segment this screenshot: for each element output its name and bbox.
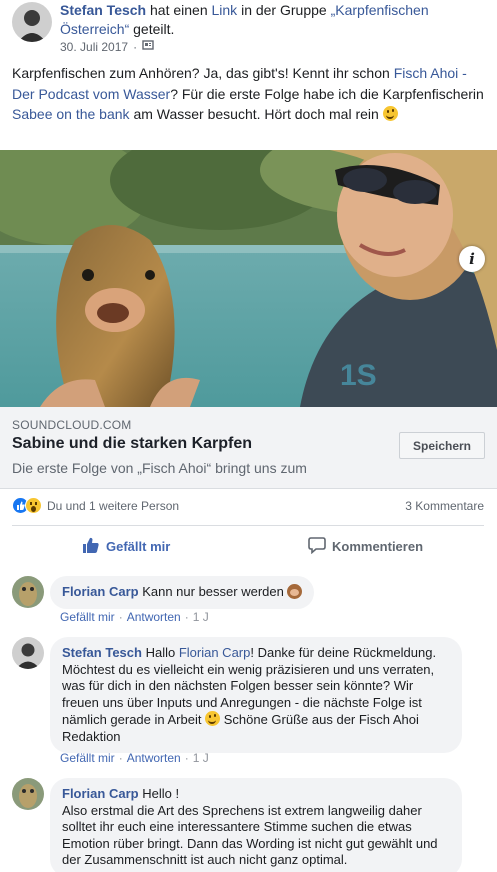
author-avatar[interactable] xyxy=(12,2,52,42)
comment-bubble: Florian Carp Hello ! Also erstmal die Ar… xyxy=(50,778,462,872)
author-name[interactable]: Stefan Tesch xyxy=(60,2,146,18)
comment-age[interactable]: 1 J xyxy=(193,610,209,624)
comment-author[interactable]: Florian Carp xyxy=(62,584,139,599)
comment-mention[interactable]: Florian Carp xyxy=(179,645,251,660)
comment-actions: Gefällt mir · Antworten · 1 J xyxy=(60,751,209,765)
link-card[interactable]: SOUNDCLOUD.COM Sabine und die starken Ka… xyxy=(0,407,497,489)
like-button[interactable]: Gefällt mir xyxy=(82,526,170,566)
comment-author[interactable]: Florian Carp xyxy=(62,786,139,801)
comment-bubble: Florian Carp Kann nur besser werden xyxy=(50,576,315,609)
group-privacy-icon xyxy=(142,39,154,54)
post-date[interactable]: 30. Juli 2017 xyxy=(60,40,128,54)
comment-age[interactable]: 1 J xyxy=(193,751,209,765)
post-meta: 30. Juli 2017 · xyxy=(60,39,154,54)
comment-bubble-icon xyxy=(308,536,326,557)
shared-text-a: hat einen xyxy=(150,2,208,18)
shared-text-c: geteilt. xyxy=(133,21,175,37)
sabee-link[interactable]: Sabee on the bank xyxy=(12,106,130,122)
post-actions: Gefällt mir Kommentieren xyxy=(12,526,484,566)
svg-text:1S: 1S xyxy=(340,359,377,392)
separator: · xyxy=(118,610,123,624)
comment-bubble: Stefan Tesch Hallo Florian Carp! Danke f… xyxy=(50,637,462,753)
reactions-bar: Du und 1 weitere Person 3 Kommentare xyxy=(12,496,484,516)
comment-actions: Gefällt mir · Antworten · 1 J xyxy=(60,610,209,624)
link-description: Die erste Folge von „Fisch Ahoi“ bringt … xyxy=(12,460,307,476)
comment-reply-link[interactable]: Antworten xyxy=(127,610,181,624)
commenter-avatar[interactable] xyxy=(12,637,44,669)
comment-button[interactable]: Kommentieren xyxy=(308,526,497,566)
comment-text-a: Hello ! xyxy=(142,786,180,801)
smile-emoji-icon xyxy=(205,711,221,726)
post-text-part-1: Karpfenfischen zum Anhören? Ja, das gibt… xyxy=(12,65,390,81)
smile-emoji-icon xyxy=(382,106,398,121)
link-domain: SOUNDCLOUD.COM xyxy=(12,418,132,432)
comment-label: Kommentieren xyxy=(332,538,424,554)
see-no-evil-monkey-icon xyxy=(287,584,303,599)
post-text-part-3: am Wasser besucht. Hört doch mal rein xyxy=(133,106,379,122)
commenter-avatar[interactable] xyxy=(12,778,44,810)
info-icon[interactable]: i xyxy=(459,246,485,272)
save-button[interactable]: Speichern xyxy=(399,432,485,459)
shared-text-b: in der Gruppe xyxy=(241,2,327,18)
comment-like-link[interactable]: Gefällt mir xyxy=(60,751,115,765)
comment-text-b: Also erstmal die Art des Sprechens ist e… xyxy=(62,802,438,868)
comment-3: Florian Carp Hello ! Also erstmal die Ar… xyxy=(12,778,484,872)
comment-text-a: Hallo xyxy=(145,645,176,660)
post-text-part-2: ? Für die erste Folge habe ich die Karpf… xyxy=(170,85,484,102)
comments-count[interactable]: 3 Kommentare xyxy=(405,499,484,513)
commenter-avatar[interactable] xyxy=(12,576,44,608)
separator: · xyxy=(118,751,123,765)
like-label: Gefällt mir xyxy=(106,538,171,554)
comment-like-link[interactable]: Gefällt mir xyxy=(60,610,115,624)
separator: · xyxy=(184,751,189,765)
shared-link-word[interactable]: Link xyxy=(212,2,238,18)
post-text: Karpfenfischen zum Anhören? Ja, das gibt… xyxy=(12,63,484,125)
link-preview-image[interactable]: 1S xyxy=(0,150,497,407)
thumbs-up-icon xyxy=(82,536,100,557)
post-header-text: Stefan Tesch hat einen Link in der Grupp… xyxy=(60,1,480,39)
link-title[interactable]: Sabine und die starken Karpfen xyxy=(12,435,252,453)
post-header: Stefan Tesch hat einen Link in der Grupp… xyxy=(12,0,492,58)
reactions-who[interactable]: Du und 1 weitere Person xyxy=(47,499,179,513)
comment-text: Kann nur besser werden xyxy=(142,584,284,599)
separator: · xyxy=(184,610,189,624)
comment-author[interactable]: Stefan Tesch xyxy=(62,645,142,660)
comment-reply-link[interactable]: Antworten xyxy=(127,751,181,765)
wow-reaction-icon xyxy=(25,497,42,514)
dot-separator: · xyxy=(133,39,138,54)
comment-1: Florian Carp Kann nur besser werden Gefä… xyxy=(12,576,484,626)
comment-2: Stefan Tesch Hallo Florian Carp! Danke f… xyxy=(12,637,484,767)
